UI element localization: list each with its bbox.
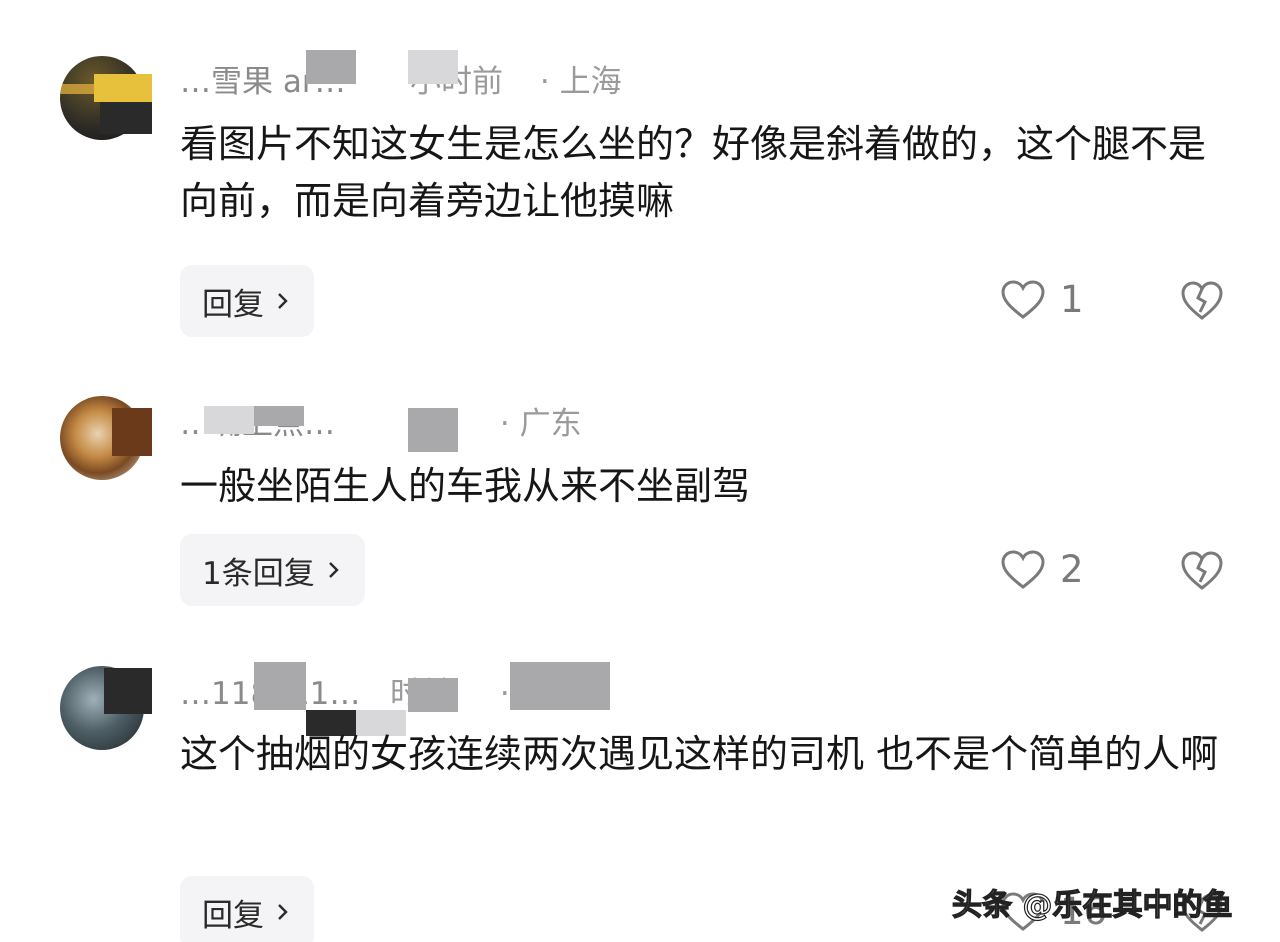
comment-text: 看图片不知这女生是怎么坐的？好像是斜着做的，这个腿不是向前，而是向着旁边让他摸嘛 <box>180 122 1207 223</box>
meta-separator: · <box>499 406 510 442</box>
broken-heart-icon[interactable] <box>1180 280 1224 322</box>
name-mosaic <box>204 406 254 434</box>
avatar-mosaic <box>112 408 152 456</box>
author-name[interactable]: …雪果 ar… <box>180 56 410 101</box>
name-mosaic <box>408 678 458 712</box>
meta-separator: · <box>539 64 550 100</box>
name-mosaic <box>510 662 610 710</box>
comment-text: 一般坐陌生人的车我从来不坐副驾 <box>180 464 751 508</box>
avatar-mosaic <box>94 74 152 102</box>
reply-button[interactable]: 回复 <box>180 265 314 337</box>
like-count: 2 <box>1060 548 1084 591</box>
comment-text: 这个抽烟的女孩连续两次遇见这样的司机 也不是个简单的人啊 <box>180 732 1219 776</box>
name-mosaic <box>306 50 356 84</box>
meta-separator: · <box>499 676 510 712</box>
location: 广东 <box>519 406 582 442</box>
chevron-right-icon <box>278 293 288 309</box>
chevron-right-icon <box>328 562 339 578</box>
reply-label: 回复 <box>202 897 264 934</box>
name-mosaic <box>408 50 458 84</box>
avatar-mosaic <box>104 668 152 714</box>
like-button[interactable]: 1 <box>1000 278 1084 321</box>
reply-button[interactable]: 1条回复 <box>180 534 365 606</box>
like-count: 1 <box>1060 278 1084 321</box>
heart-outline-icon <box>1001 549 1045 589</box>
broken-heart-icon[interactable] <box>1180 550 1224 592</box>
reply-label: 1条回复 <box>202 555 315 592</box>
avatar-mosaic <box>100 102 152 134</box>
watermark: 头条 @乐在其中的鱼 <box>951 887 1233 923</box>
chevron-right-icon <box>278 904 288 920</box>
reply-label: 回复 <box>202 286 264 323</box>
like-button[interactable]: 2 <box>1000 548 1084 591</box>
location: 上海 <box>559 64 622 100</box>
reply-button[interactable]: 回复 <box>180 876 314 942</box>
name-mosaic <box>408 408 458 452</box>
comment-meta: …雪果 ar…小时前 · 上海 <box>180 56 622 101</box>
name-mosaic <box>254 662 306 710</box>
name-mosaic <box>254 406 304 426</box>
heart-outline-icon <box>1001 279 1045 319</box>
